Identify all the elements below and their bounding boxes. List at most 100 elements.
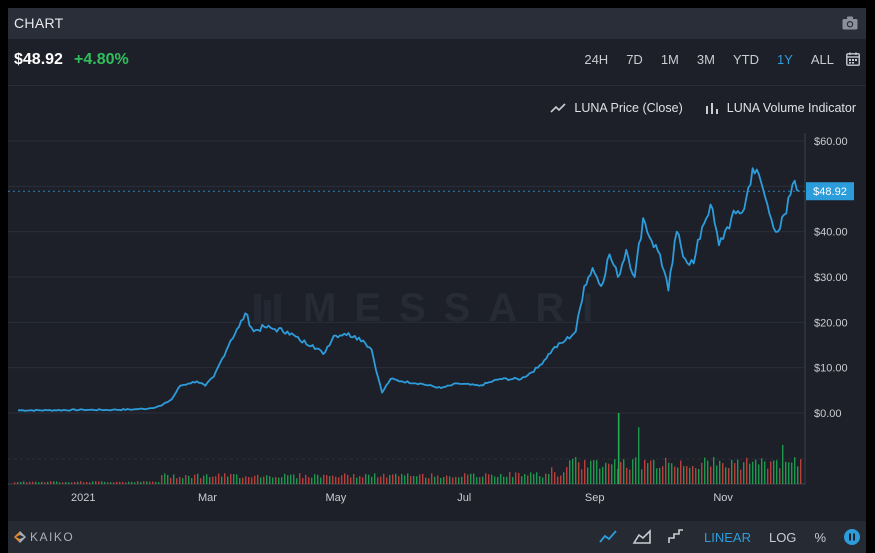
volume-bar xyxy=(359,476,361,484)
volume-bar xyxy=(347,474,349,484)
volume-bar xyxy=(305,474,307,484)
volume-bar xyxy=(800,459,802,484)
volume-bar xyxy=(383,473,385,484)
volume-bar xyxy=(458,477,460,484)
volume-bar xyxy=(455,476,457,484)
volume-bar xyxy=(341,475,343,484)
volume-bar xyxy=(287,475,289,484)
volume-bar xyxy=(272,477,274,484)
volume-bar xyxy=(89,482,91,484)
volume-bar xyxy=(215,476,217,484)
volume-bar xyxy=(767,468,769,484)
volume-bar xyxy=(200,478,202,484)
volume-bar xyxy=(644,460,646,484)
volume-bar xyxy=(152,481,154,484)
volume-bar xyxy=(770,461,772,484)
volume-bar xyxy=(461,476,463,484)
volume-bar xyxy=(758,464,760,484)
volume-bar xyxy=(317,474,319,484)
volume-bar xyxy=(314,474,316,484)
y-tick-label: $40.00 xyxy=(814,227,848,239)
volume-bar xyxy=(482,476,484,484)
volume-bars xyxy=(14,413,802,484)
volume-bar xyxy=(197,473,199,484)
volume-bar xyxy=(797,466,799,484)
messari-logo-icon xyxy=(254,294,281,324)
volume-bar xyxy=(71,482,73,484)
x-tick-label: Nov xyxy=(713,492,733,504)
line-type-icon[interactable] xyxy=(598,527,618,547)
volume-bar xyxy=(746,457,748,484)
candle-type-icon[interactable] xyxy=(666,527,686,547)
volume-bar xyxy=(338,477,340,484)
scale-log[interactable]: LOG xyxy=(769,530,796,545)
volume-bar xyxy=(731,459,733,484)
area-type-icon[interactable] xyxy=(632,527,652,547)
watermark: MESSARI xyxy=(254,286,611,330)
volume-bar xyxy=(476,477,478,484)
volume-bar xyxy=(47,481,49,484)
volume-bar xyxy=(395,473,397,484)
watermark-text: MESSARI xyxy=(303,286,611,330)
volume-bar xyxy=(401,473,403,484)
volume-bar xyxy=(671,463,673,484)
volume-bar xyxy=(440,478,442,484)
volume-bar xyxy=(668,462,670,484)
volume-bar xyxy=(404,475,406,484)
pause-icon[interactable] xyxy=(844,529,860,545)
volume-bar xyxy=(596,460,598,484)
volume-bar xyxy=(521,476,523,484)
volume-bar xyxy=(182,478,184,484)
volume-bar xyxy=(275,477,277,484)
volume-bar xyxy=(248,476,250,484)
volume-bar xyxy=(491,474,493,484)
y-tick-label: $60.00 xyxy=(814,136,848,148)
volume-bar xyxy=(98,481,100,484)
volume-bar xyxy=(101,481,103,484)
scale-linear[interactable]: LINEAR xyxy=(704,530,751,545)
volume-bar xyxy=(14,482,16,484)
volume-bar xyxy=(386,477,388,484)
volume-bar xyxy=(161,475,163,484)
volume-bar xyxy=(794,457,796,484)
volume-bar xyxy=(773,460,775,484)
volume-bar xyxy=(203,475,205,484)
volume-bar xyxy=(647,463,649,484)
volume-bar xyxy=(701,462,703,484)
volume-bar xyxy=(662,466,664,484)
volume-bar xyxy=(512,477,514,484)
volume-bar xyxy=(233,474,235,484)
volume-bar xyxy=(92,481,94,484)
scale-percent[interactable]: % xyxy=(814,530,826,545)
volume-bar xyxy=(500,473,502,484)
volume-bar xyxy=(641,469,643,484)
volume-bar xyxy=(290,474,292,484)
volume-bar xyxy=(620,462,622,484)
volume-bar xyxy=(557,476,559,484)
volume-bar xyxy=(218,473,220,484)
volume-bar xyxy=(167,475,169,484)
price-chart[interactable]: MESSARI $60.00$50.00$40.00$30.00$20.00$1… xyxy=(8,8,866,513)
volume-bar xyxy=(551,467,553,484)
volume-bar xyxy=(740,469,742,484)
volume-bar xyxy=(599,468,601,484)
volume-bar xyxy=(629,469,631,484)
volume-bar xyxy=(578,462,580,484)
volume-bar xyxy=(380,476,382,484)
volume-bar xyxy=(563,472,565,484)
volume-bar xyxy=(425,477,427,484)
volume-bar xyxy=(581,469,583,484)
volume-bar xyxy=(191,478,193,484)
volume-bar xyxy=(503,476,505,484)
volume-bar xyxy=(221,476,223,484)
volume-bar xyxy=(65,482,67,484)
volume-bar xyxy=(632,459,634,484)
volume-bar xyxy=(782,444,784,484)
volume-bar xyxy=(506,476,508,484)
volume-bar xyxy=(485,473,487,484)
volume-bar xyxy=(446,475,448,484)
volume-bar xyxy=(137,481,139,484)
volume-bar xyxy=(530,472,532,484)
volume-bar xyxy=(260,477,262,484)
volume-bar xyxy=(32,481,34,484)
